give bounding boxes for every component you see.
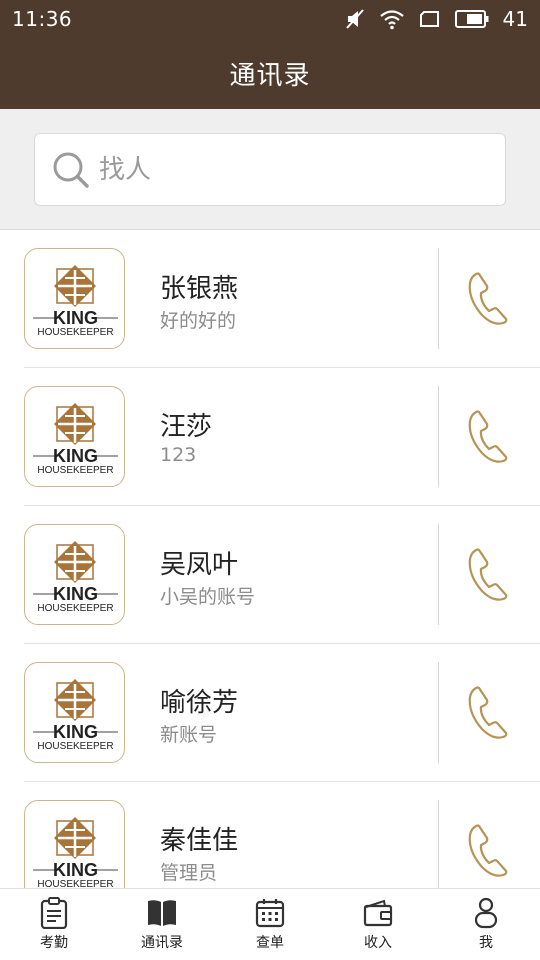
status-time: 11:36 [12,7,73,31]
divider [438,524,439,625]
king-housekeeper-logo-icon: KING HOUSEKEEPER [33,541,118,614]
mute-icon [345,8,365,30]
svg-text:KING: KING [53,584,98,604]
tab-label: 通讯录 [141,935,183,951]
app-header: 通讯录 [0,37,540,109]
tab-label: 查单 [256,935,284,951]
king-housekeeper-logo-icon: KING HOUSEKEEPER [33,403,118,476]
search-area [0,109,540,230]
svg-text:HOUSEKEEPER: HOUSEKEEPER [37,741,113,752]
battery-icon [454,9,489,29]
svg-text:KING: KING [53,446,98,466]
status-icons: 41 [345,7,528,31]
contact-note: 123 [160,444,197,466]
contact-note: 小吴的账号 [160,586,256,608]
tab-me[interactable]: 我 [432,889,540,960]
avatar: KING HOUSEKEEPER [24,800,125,888]
call-button[interactable] [458,818,518,882]
contact-note: 新账号 [160,724,218,746]
tab-label: 收入 [364,935,392,951]
contact-row[interactable]: KING HOUSEKEEPER 张银燕 好的好的 [0,230,540,368]
tab-income[interactable]: 收入 [324,889,432,960]
divider [438,800,439,888]
tab-attendance[interactable]: 考勤 [0,889,108,960]
divider [438,248,439,349]
avatar: KING HOUSEKEEPER [24,386,125,487]
divider [438,386,439,487]
person-icon [469,897,503,929]
contact-name: 汪莎 [160,412,213,442]
calendar-icon [253,897,287,929]
divider [438,662,439,763]
svg-text:HOUSEKEEPER: HOUSEKEEPER [37,879,113,888]
avatar: KING HOUSEKEEPER [24,662,125,763]
search-icon [51,150,91,190]
king-housekeeper-logo-icon: KING HOUSEKEEPER [33,817,118,888]
battery-level: 41 [502,7,528,31]
tab-label: 我 [479,935,493,951]
contact-list: KING HOUSEKEEPER 张银燕 好的好的 KING HOUSEKEEP… [0,230,540,888]
wifi-icon [379,8,405,30]
call-button[interactable] [458,266,518,330]
svg-text:HOUSEKEEPER: HOUSEKEEPER [37,327,113,338]
book-icon [145,897,179,929]
clipboard-icon [37,897,71,929]
contact-name: 吴凤叶 [160,550,239,580]
bottom-tab-bar: 考勤 通讯录 查单 收入 我 [0,888,540,960]
wallet-icon [361,897,395,929]
search-input[interactable] [99,148,479,192]
contact-name: 张银燕 [160,274,239,304]
king-housekeeper-logo-icon: KING HOUSEKEEPER [33,679,118,752]
tab-orders[interactable]: 查单 [216,889,324,960]
contact-row[interactable]: KING HOUSEKEEPER 汪莎 123 [0,368,540,506]
svg-text:KING: KING [53,722,98,742]
status-bar: 11:36 41 [0,0,540,37]
page-title: 通讯录 [229,60,311,91]
contact-name: 喻徐芳 [160,688,239,718]
contact-row[interactable]: KING HOUSEKEEPER 秦佳佳 管理员 [0,782,540,888]
svg-text:KING: KING [53,308,98,328]
king-housekeeper-logo-icon: KING HOUSEKEEPER [33,265,118,338]
contact-note: 好的好的 [160,310,237,332]
search-box[interactable] [34,133,506,206]
contacts-screen: 11:36 41 通讯录 找人 KING HOUSEKEEPER 张银燕 好的好… [0,0,540,960]
call-button[interactable] [458,680,518,744]
svg-text:HOUSEKEEPER: HOUSEKEEPER [37,465,113,476]
contact-row[interactable]: KING HOUSEKEEPER 喻徐芳 新账号 [0,644,540,782]
phone-icon [468,410,508,463]
screen-icon [419,9,441,29]
tab-contacts[interactable]: 通讯录 [108,889,216,960]
phone-icon [468,686,508,739]
avatar: KING HOUSEKEEPER [24,248,125,349]
svg-text:HOUSEKEEPER: HOUSEKEEPER [37,603,113,614]
avatar: KING HOUSEKEEPER [24,524,125,625]
call-button[interactable] [458,404,518,468]
contact-note: 管理员 [160,862,218,884]
svg-text:KING: KING [53,860,98,880]
contact-row[interactable]: KING HOUSEKEEPER 吴凤叶 小吴的账号 [0,506,540,644]
contact-name: 秦佳佳 [160,826,239,856]
phone-icon [468,548,508,601]
phone-icon [468,824,508,877]
tab-label: 考勤 [40,935,68,951]
call-button[interactable] [458,542,518,606]
phone-icon [468,272,508,325]
